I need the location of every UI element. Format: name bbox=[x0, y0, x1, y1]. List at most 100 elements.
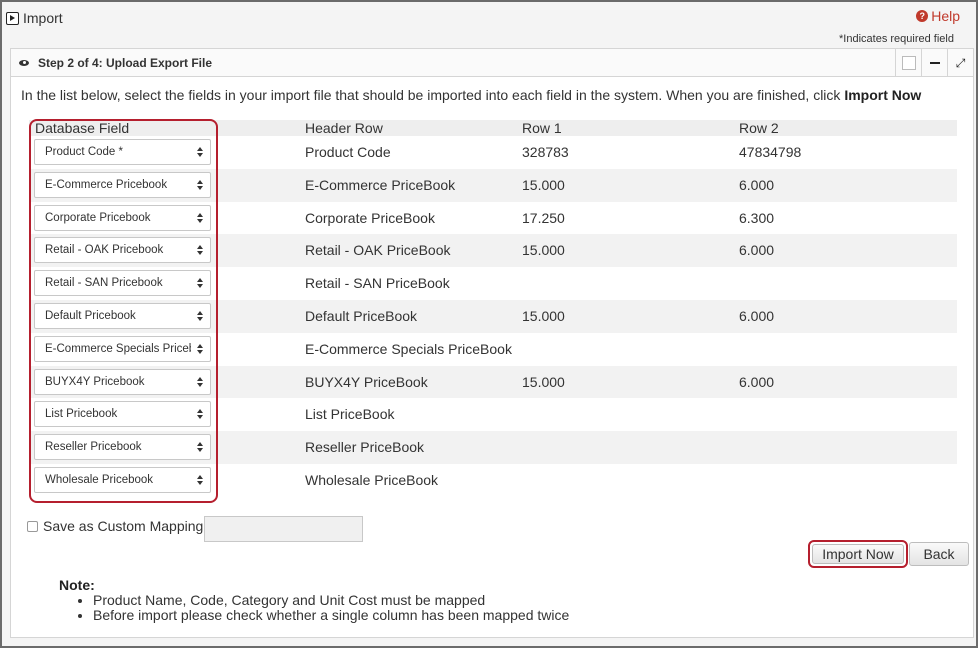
database-field-select[interactable]: Wholesale Pricebook bbox=[34, 466, 211, 493]
minimize-button[interactable] bbox=[921, 49, 947, 77]
table-row: E-Commerce Specials Pricebo E-Commerce Sp… bbox=[29, 333, 957, 366]
database-field-select[interactable]: Default Pricebook bbox=[34, 302, 211, 329]
select-value: Retail - SAN Pricebook bbox=[45, 277, 163, 290]
save-mapping-checkbox[interactable] bbox=[27, 520, 38, 532]
expand-icon: ⤢ bbox=[955, 55, 966, 70]
panel-controls: ⤢ bbox=[895, 49, 973, 77]
header-row-cell: E-Commerce Specials PriceBook bbox=[305, 340, 512, 357]
row1-cell: 15.000 bbox=[522, 307, 565, 324]
required-field-note: *Indicates required field bbox=[839, 33, 954, 45]
panel-header: Step 2 of 4: Upload Export File ⤢ bbox=[11, 49, 973, 77]
select-arrows-icon bbox=[191, 272, 209, 295]
instructions-text: In the list below, select the fields in … bbox=[21, 87, 921, 103]
table-row: Wholesale Pricebook Wholesale PriceBook bbox=[29, 464, 957, 497]
table-row: Corporate Pricebook Corporate PriceBook 17… bbox=[29, 202, 957, 235]
select-arrows-icon bbox=[191, 337, 209, 360]
window-titlebar: Import bbox=[6, 8, 63, 28]
select-value: Retail - OAK Pricebook bbox=[45, 244, 164, 257]
header-row-cell: Default PriceBook bbox=[305, 307, 418, 324]
database-field-select[interactable]: Reseller Pricebook bbox=[34, 434, 211, 461]
import-now-highlight: Import Now bbox=[808, 540, 908, 568]
database-field-select[interactable]: Retail - OAK Pricebook bbox=[34, 237, 211, 264]
select-arrows-icon bbox=[191, 403, 209, 426]
table-row: Product Code * Product Code 328783 47834798 bbox=[29, 136, 957, 169]
select-arrows-icon bbox=[191, 468, 209, 491]
row1-cell: 15.000 bbox=[522, 242, 565, 259]
header-row-cell: E-Commerce PriceBook bbox=[305, 176, 456, 193]
import-icon bbox=[6, 11, 19, 25]
select-value: Product Code * bbox=[45, 146, 123, 158]
col-row1: Row 1 bbox=[522, 120, 562, 136]
mapping-name-input[interactable] bbox=[204, 516, 363, 542]
database-field-select[interactable]: Product Code * bbox=[34, 139, 211, 165]
help-link[interactable]: ? Help bbox=[916, 8, 960, 24]
select-arrows-icon bbox=[191, 436, 209, 459]
database-field-select[interactable]: Retail - SAN Pricebook bbox=[34, 270, 211, 297]
row1-cell: 17.250 bbox=[522, 209, 565, 226]
row2-cell: 6.000 bbox=[739, 242, 775, 259]
back-button[interactable]: Back bbox=[909, 542, 969, 566]
help-label: Help bbox=[931, 8, 960, 24]
select-arrows-icon bbox=[191, 206, 209, 229]
note-item: Product Name, Code, Category and Unit Co… bbox=[93, 593, 569, 608]
row2-cell: 6.000 bbox=[739, 307, 775, 324]
table-body: Product Code * Product Code 328783 47834798… bbox=[29, 136, 957, 497]
header-row-cell: List PriceBook bbox=[305, 406, 395, 423]
select-value: Default Pricebook bbox=[45, 309, 136, 322]
header-row-cell: Product Code bbox=[305, 144, 391, 160]
row2-cell: 47834798 bbox=[739, 144, 802, 160]
table-row: Default Pricebook Default PriceBook 15.000… bbox=[29, 299, 957, 333]
mapping-table: Database Field Header Row Row 1 Row 2 Pr… bbox=[29, 120, 957, 497]
import-now-button[interactable]: Import Now bbox=[812, 544, 904, 564]
database-field-select[interactable]: E-Commerce Specials Pricebo bbox=[34, 335, 211, 362]
header-row-cell: BUYX4Y PriceBook bbox=[305, 373, 428, 390]
window-title: Import bbox=[23, 10, 63, 26]
header-row-cell: Retail - OAK PriceBook bbox=[305, 242, 451, 259]
col-header-row: Header Row bbox=[305, 120, 383, 136]
help-icon: ? bbox=[916, 10, 929, 22]
database-field-select[interactable]: List Pricebook bbox=[34, 401, 211, 428]
database-field-select[interactable]: Corporate Pricebook bbox=[34, 204, 211, 231]
select-value: E-Commerce Specials Pricebo bbox=[45, 342, 202, 355]
note-item: Before import please check whether a sin… bbox=[93, 608, 569, 623]
save-mapping-option[interactable]: Save as Custom Mapping: bbox=[27, 518, 207, 534]
table-row: List Pricebook List PriceBook bbox=[29, 398, 957, 431]
expand-button[interactable]: ⤢ bbox=[947, 49, 973, 77]
table-header: Database Field Header Row Row 1 Row 2 bbox=[29, 120, 957, 136]
select-value: Wholesale Pricebook bbox=[45, 473, 154, 486]
header-row-cell: Retail - SAN PriceBook bbox=[305, 275, 450, 292]
table-row: Retail - SAN Pricebook Retail - SAN Price… bbox=[29, 267, 957, 300]
row1-cell: 15.000 bbox=[522, 373, 565, 390]
col-database-field: Database Field bbox=[35, 120, 130, 136]
note-section: Note: Product Name, Code, Category and U… bbox=[59, 577, 569, 623]
table-row: Reseller Pricebook Reseller PriceBook bbox=[29, 431, 957, 464]
select-value: BUYX4Y Pricebook bbox=[45, 375, 145, 388]
header-row-cell: Wholesale PriceBook bbox=[305, 471, 439, 488]
maximize-icon bbox=[901, 56, 916, 70]
col-row2: Row 2 bbox=[739, 120, 779, 136]
row2-cell: 6.300 bbox=[739, 209, 775, 226]
upload-panel: Step 2 of 4: Upload Export File ⤢ In the… bbox=[10, 48, 974, 638]
database-field-select[interactable]: E-Commerce Pricebook bbox=[34, 171, 211, 198]
select-arrows-icon bbox=[191, 370, 209, 393]
panel-title: Step 2 of 4: Upload Export File bbox=[38, 55, 213, 70]
select-arrows-icon bbox=[191, 304, 209, 327]
select-arrows-icon bbox=[191, 239, 209, 262]
maximize-button[interactable] bbox=[895, 49, 921, 77]
row2-cell: 6.000 bbox=[739, 373, 775, 390]
row1-cell: 328783 bbox=[522, 144, 569, 160]
minimize-icon bbox=[929, 62, 940, 64]
row1-cell: 15.000 bbox=[522, 176, 565, 193]
header-row-cell: Corporate PriceBook bbox=[305, 209, 435, 226]
note-title: Note: bbox=[59, 577, 95, 593]
row2-cell: 6.000 bbox=[739, 176, 775, 193]
select-arrows-icon bbox=[191, 173, 209, 196]
table-row: Retail - OAK Pricebook Retail - OAK Price… bbox=[29, 234, 957, 268]
select-value: List Pricebook bbox=[45, 408, 118, 421]
table-row: E-Commerce Pricebook E-Commerce PriceBook… bbox=[29, 168, 957, 202]
save-mapping-label: Save as Custom Mapping: bbox=[43, 518, 208, 534]
select-value: Corporate Pricebook bbox=[45, 211, 151, 224]
select-value: Reseller Pricebook bbox=[45, 441, 142, 454]
database-field-select[interactable]: BUYX4Y Pricebook bbox=[34, 368, 211, 395]
import-window: Import ? Help *Indicates required field … bbox=[0, 0, 978, 648]
